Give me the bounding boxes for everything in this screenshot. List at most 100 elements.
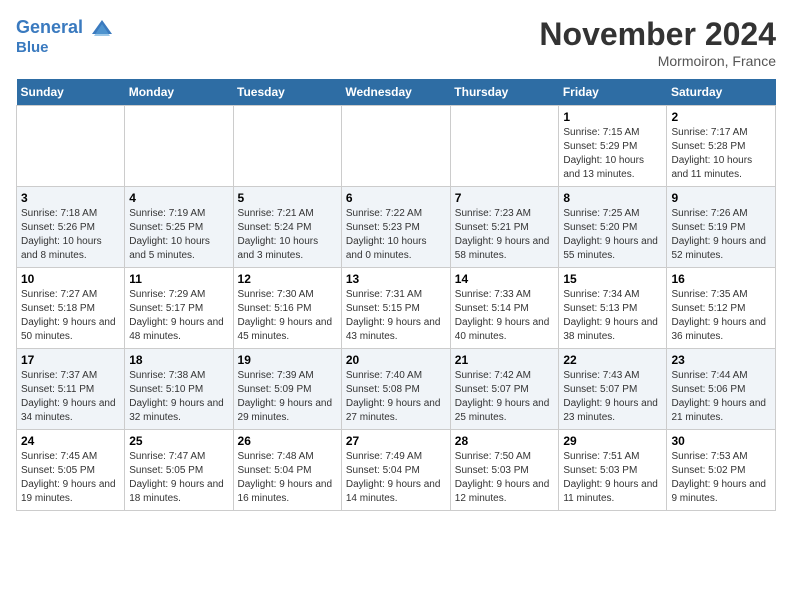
header-col-sunday: Sunday xyxy=(17,79,125,106)
calendar-cell: 28 Sunrise: 7:50 AM Sunset: 5:03 PM Dayli… xyxy=(450,430,559,511)
calendar-cell: 26 Sunrise: 7:48 AM Sunset: 5:04 PM Dayli… xyxy=(233,430,341,511)
calendar-cell: 12 Sunrise: 7:30 AM Sunset: 5:16 PM Dayli… xyxy=(233,268,341,349)
week-row-3: 10Sunrise: 7:27 AM Sunset: 5:18 PM Dayli… xyxy=(17,268,776,349)
day-info: Sunrise: 7:47 AM Sunset: 5:05 PM Dayligh… xyxy=(129,450,228,506)
day-info: Sunrise: 7:42 AM Sunset: 5:07 PM Dayligh… xyxy=(455,369,555,425)
calendar-cell: 24 Sunrise: 7:45 AM Sunset: 5:05 PM Dayli… xyxy=(17,430,125,511)
day-number: 5 xyxy=(238,191,337,205)
calendar-cell: 22 Sunrise: 7:43 AM Sunset: 5:07 PM Dayli… xyxy=(559,349,667,430)
calendar-cell: 11 Sunrise: 7:29 AM Sunset: 5:17 PM Dayli… xyxy=(125,268,233,349)
day-number: 25 xyxy=(129,434,228,448)
day-info: Sunrise: 7:53 AM Sunset: 5:02 PM Dayligh… xyxy=(671,450,771,506)
day-info: Sunrise: 7:29 AM Sunset: 5:17 PM Dayligh… xyxy=(129,288,228,344)
week-row-5: 24 Sunrise: 7:45 AM Sunset: 5:05 PM Dayli… xyxy=(17,430,776,511)
title-block: November 2024 Mormoiron, France xyxy=(539,16,776,69)
day-number: 14 xyxy=(455,272,555,286)
calendar-cell: 2 Sunrise: 7:17 AM Sunset: 5:28 PM Daylig… xyxy=(667,106,776,187)
day-info: Sunrise: 7:37 AM Sunset: 5:11 PM Dayligh… xyxy=(21,369,120,425)
day-number: 13 xyxy=(346,272,446,286)
day-info: Sunrise: 7:35 AM Sunset: 5:12 PM Dayligh… xyxy=(671,288,771,344)
day-number: 17 xyxy=(21,353,120,367)
day-number: 18 xyxy=(129,353,228,367)
day-number: 3 xyxy=(21,191,120,205)
header-col-monday: Monday xyxy=(125,79,233,106)
calendar-cell: 9 Sunrise: 7:26 AM Sunset: 5:19 PM Daylig… xyxy=(667,187,776,268)
week-row-4: 17 Sunrise: 7:37 AM Sunset: 5:11 PM Dayli… xyxy=(17,349,776,430)
day-number: 12 xyxy=(238,272,337,286)
day-number: 29 xyxy=(563,434,662,448)
header-col-wednesday: Wednesday xyxy=(341,79,450,106)
page-header: General Blue November 2024 Mormoiron, Fr… xyxy=(16,16,776,69)
calendar-cell: 14 Sunrise: 7:33 AM Sunset: 5:14 PM Dayli… xyxy=(450,268,559,349)
day-info: Sunrise: 7:21 AM Sunset: 5:24 PM Dayligh… xyxy=(238,207,337,263)
day-number: 26 xyxy=(238,434,337,448)
day-info: Sunrise: 7:39 AM Sunset: 5:09 PM Dayligh… xyxy=(238,369,337,425)
calendar-cell xyxy=(233,106,341,187)
day-info: Sunrise: 7:49 AM Sunset: 5:04 PM Dayligh… xyxy=(346,450,446,506)
calendar-cell: 1 Sunrise: 7:15 AM Sunset: 5:29 PM Daylig… xyxy=(559,106,667,187)
day-info: Sunrise: 7:40 AM Sunset: 5:08 PM Dayligh… xyxy=(346,369,446,425)
calendar-cell: 20 Sunrise: 7:40 AM Sunset: 5:08 PM Dayli… xyxy=(341,349,450,430)
logo-icon xyxy=(90,16,114,40)
week-row-1: 1 Sunrise: 7:15 AM Sunset: 5:29 PM Daylig… xyxy=(17,106,776,187)
header-row: SundayMondayTuesdayWednesdayThursdayFrid… xyxy=(17,79,776,106)
day-number: 21 xyxy=(455,353,555,367)
day-info: Sunrise: 7:48 AM Sunset: 5:04 PM Dayligh… xyxy=(238,450,337,506)
day-info: Sunrise: 7:15 AM Sunset: 5:29 PM Dayligh… xyxy=(563,126,662,182)
day-info: Sunrise: 7:26 AM Sunset: 5:19 PM Dayligh… xyxy=(671,207,771,263)
day-number: 1 xyxy=(563,110,662,124)
month-title: November 2024 xyxy=(539,16,776,53)
calendar-cell xyxy=(450,106,559,187)
day-info: Sunrise: 7:45 AM Sunset: 5:05 PM Dayligh… xyxy=(21,450,120,506)
day-number: 30 xyxy=(671,434,771,448)
day-number: 9 xyxy=(671,191,771,205)
calendar-cell: 6Sunrise: 7:22 AM Sunset: 5:23 PM Daylig… xyxy=(341,187,450,268)
day-info: Sunrise: 7:34 AM Sunset: 5:13 PM Dayligh… xyxy=(563,288,662,344)
logo-text: General xyxy=(16,16,114,40)
day-number: 28 xyxy=(455,434,555,448)
day-info: Sunrise: 7:38 AM Sunset: 5:10 PM Dayligh… xyxy=(129,369,228,425)
header-col-friday: Friday xyxy=(559,79,667,106)
day-info: Sunrise: 7:43 AM Sunset: 5:07 PM Dayligh… xyxy=(563,369,662,425)
day-info: Sunrise: 7:18 AM Sunset: 5:26 PM Dayligh… xyxy=(21,207,120,263)
calendar-cell: 4Sunrise: 7:19 AM Sunset: 5:25 PM Daylig… xyxy=(125,187,233,268)
day-number: 7 xyxy=(455,191,555,205)
calendar-cell: 19Sunrise: 7:39 AM Sunset: 5:09 PM Dayli… xyxy=(233,349,341,430)
day-info: Sunrise: 7:25 AM Sunset: 5:20 PM Dayligh… xyxy=(563,207,662,263)
calendar-cell: 5 Sunrise: 7:21 AM Sunset: 5:24 PM Daylig… xyxy=(233,187,341,268)
location: Mormoiron, France xyxy=(539,53,776,69)
day-number: 11 xyxy=(129,272,228,286)
header-col-saturday: Saturday xyxy=(667,79,776,106)
calendar-cell: 27 Sunrise: 7:49 AM Sunset: 5:04 PM Dayli… xyxy=(341,430,450,511)
calendar-cell: 30 Sunrise: 7:53 AM Sunset: 5:02 PM Dayli… xyxy=(667,430,776,511)
calendar-cell xyxy=(125,106,233,187)
day-number: 2 xyxy=(671,110,771,124)
day-info: Sunrise: 7:50 AM Sunset: 5:03 PM Dayligh… xyxy=(455,450,555,506)
day-number: 20 xyxy=(346,353,446,367)
day-number: 27 xyxy=(346,434,446,448)
calendar-cell: 17 Sunrise: 7:37 AM Sunset: 5:11 PM Dayli… xyxy=(17,349,125,430)
day-info: Sunrise: 7:22 AM Sunset: 5:23 PM Dayligh… xyxy=(346,207,446,263)
day-info: Sunrise: 7:17 AM Sunset: 5:28 PM Dayligh… xyxy=(671,126,771,182)
header-col-tuesday: Tuesday xyxy=(233,79,341,106)
calendar-cell: 21 Sunrise: 7:42 AM Sunset: 5:07 PM Dayli… xyxy=(450,349,559,430)
calendar-cell: 29Sunrise: 7:51 AM Sunset: 5:03 PM Dayli… xyxy=(559,430,667,511)
day-number: 16 xyxy=(671,272,771,286)
calendar-cell xyxy=(341,106,450,187)
day-info: Sunrise: 7:31 AM Sunset: 5:15 PM Dayligh… xyxy=(346,288,446,344)
calendar-table: SundayMondayTuesdayWednesdayThursdayFrid… xyxy=(16,79,776,511)
day-number: 23 xyxy=(671,353,771,367)
calendar-cell xyxy=(17,106,125,187)
day-info: Sunrise: 7:30 AM Sunset: 5:16 PM Dayligh… xyxy=(238,288,337,344)
day-number: 10 xyxy=(21,272,120,286)
header-col-thursday: Thursday xyxy=(450,79,559,106)
calendar-cell: 23Sunrise: 7:44 AM Sunset: 5:06 PM Dayli… xyxy=(667,349,776,430)
week-row-2: 3 Sunrise: 7:18 AM Sunset: 5:26 PM Daylig… xyxy=(17,187,776,268)
day-number: 4 xyxy=(129,191,228,205)
day-number: 24 xyxy=(21,434,120,448)
day-number: 22 xyxy=(563,353,662,367)
logo-subtext: Blue xyxy=(16,40,114,57)
day-info: Sunrise: 7:33 AM Sunset: 5:14 PM Dayligh… xyxy=(455,288,555,344)
calendar-cell: 7Sunrise: 7:23 AM Sunset: 5:21 PM Daylig… xyxy=(450,187,559,268)
logo: General Blue xyxy=(16,16,114,57)
